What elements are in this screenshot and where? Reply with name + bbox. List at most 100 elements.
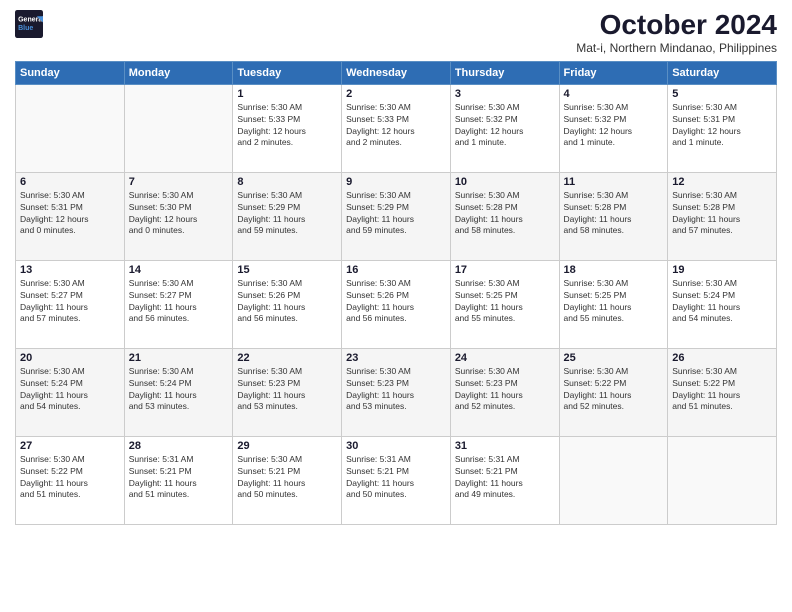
table-row: 29Sunrise: 5:30 AMSunset: 5:21 PMDayligh… (233, 436, 342, 524)
table-row: 7 Sunrise: 5:30 AMSunset: 5:30 PMDaylight… (124, 172, 233, 260)
day-number: 5 (672, 88, 772, 100)
day-number: 24 (455, 352, 555, 364)
table-row: 1Sunrise: 5:30 AMSunset: 5:33 PMDaylight… (233, 84, 342, 172)
title-block: October 2024 Mat-i, Northern Mindanao, P… (576, 10, 777, 55)
day-info: Sunrise: 5:30 AMSunset: 5:24 PMDaylight:… (129, 366, 229, 414)
day-info: Sunrise: 5:30 AMSunset: 5:30 PMDaylight:… (129, 190, 229, 238)
day-info: Sunrise: 5:30 AMSunset: 5:28 PMDaylight:… (672, 190, 772, 238)
table-row: 25Sunrise: 5:30 AMSunset: 5:22 PMDayligh… (559, 348, 668, 436)
header-row: Sunday Monday Tuesday Wednesday Thursday… (16, 61, 777, 84)
col-tuesday: Tuesday (233, 61, 342, 84)
table-row: 22Sunrise: 5:30 AMSunset: 5:23 PMDayligh… (233, 348, 342, 436)
table-row: 21 Sunrise: 5:30 AMSunset: 5:24 PMDayligh… (124, 348, 233, 436)
day-number: 22 (237, 352, 337, 364)
day-number: 10 (455, 176, 555, 188)
table-row: 30 Sunrise: 5:31 AMSunset: 5:21 PMDayligh… (342, 436, 451, 524)
day-info: Sunrise: 5:30 AMSunset: 5:31 PMDaylight:… (672, 102, 772, 150)
calendar-week-3: 13Sunrise: 5:30 AMSunset: 5:27 PMDayligh… (16, 260, 777, 348)
calendar-page: General Blue October 2024 Mat-i, Norther… (0, 0, 792, 612)
day-info: Sunrise: 5:30 AMSunset: 5:25 PMDaylight:… (455, 278, 555, 326)
table-row: 26Sunrise: 5:30 AMSunset: 5:22 PMDayligh… (668, 348, 777, 436)
col-friday: Friday (559, 61, 668, 84)
calendar-week-4: 20 Sunrise: 5:30 AMSunset: 5:24 PMDayligh… (16, 348, 777, 436)
table-row: 20 Sunrise: 5:30 AMSunset: 5:24 PMDayligh… (16, 348, 125, 436)
day-number: 21 (129, 352, 229, 364)
table-row: 23 Sunrise: 5:30 AMSunset: 5:23 PMDayligh… (342, 348, 451, 436)
day-info: Sunrise: 5:30 AMSunset: 5:28 PMDaylight:… (455, 190, 555, 238)
day-number: 3 (455, 88, 555, 100)
day-info: Sunrise: 5:31 AMSunset: 5:21 PMDaylight:… (129, 454, 229, 502)
table-row: 16 Sunrise: 5:30 AMSunset: 5:26 PMDayligh… (342, 260, 451, 348)
svg-text:Blue: Blue (18, 25, 33, 32)
day-info: Sunrise: 5:30 AMSunset: 5:29 PMDaylight:… (237, 190, 337, 238)
day-number: 16 (346, 264, 446, 276)
day-number: 29 (237, 440, 337, 452)
day-number: 17 (455, 264, 555, 276)
day-number: 4 (564, 88, 664, 100)
day-number: 20 (20, 352, 120, 364)
day-info: Sunrise: 5:30 AMSunset: 5:23 PMDaylight:… (346, 366, 446, 414)
table-row: 19 Sunrise: 5:30 AMSunset: 5:24 PMDayligh… (668, 260, 777, 348)
col-sunday: Sunday (16, 61, 125, 84)
day-number: 11 (564, 176, 664, 188)
day-number: 8 (237, 176, 337, 188)
table-row: 8 Sunrise: 5:30 AMSunset: 5:29 PMDaylight… (233, 172, 342, 260)
location-subtitle: Mat-i, Northern Mindanao, Philippines (576, 41, 777, 55)
day-number: 30 (346, 440, 446, 452)
table-row: 27Sunrise: 5:30 AMSunset: 5:22 PMDayligh… (16, 436, 125, 524)
calendar-week-1: 1Sunrise: 5:30 AMSunset: 5:33 PMDaylight… (16, 84, 777, 172)
day-info: Sunrise: 5:30 AMSunset: 5:32 PMDaylight:… (455, 102, 555, 150)
table-row: 13Sunrise: 5:30 AMSunset: 5:27 PMDayligh… (16, 260, 125, 348)
table-row: 5 Sunrise: 5:30 AMSunset: 5:31 PMDaylight… (668, 84, 777, 172)
day-info: Sunrise: 5:30 AMSunset: 5:22 PMDaylight:… (672, 366, 772, 414)
day-number: 28 (129, 440, 229, 452)
table-row: 24 Sunrise: 5:30 AMSunset: 5:23 PMDayligh… (450, 348, 559, 436)
month-title: October 2024 (576, 10, 777, 41)
day-number: 14 (129, 264, 229, 276)
day-number: 23 (346, 352, 446, 364)
day-info: Sunrise: 5:30 AMSunset: 5:27 PMDaylight:… (20, 278, 120, 326)
table-row: 28 Sunrise: 5:31 AMSunset: 5:21 PMDayligh… (124, 436, 233, 524)
day-number: 7 (129, 176, 229, 188)
col-wednesday: Wednesday (342, 61, 451, 84)
day-number: 18 (564, 264, 664, 276)
day-info: Sunrise: 5:30 AMSunset: 5:31 PMDaylight:… (20, 190, 120, 238)
table-row: 9Sunrise: 5:30 AMSunset: 5:29 PMDaylight… (342, 172, 451, 260)
table-row: 15 Sunrise: 5:30 AMSunset: 5:26 PMDayligh… (233, 260, 342, 348)
table-row: 18Sunrise: 5:30 AMSunset: 5:25 PMDayligh… (559, 260, 668, 348)
day-info: Sunrise: 5:30 AMSunset: 5:32 PMDaylight:… (564, 102, 664, 150)
table-row (559, 436, 668, 524)
table-row: 6 Sunrise: 5:30 AMSunset: 5:31 PMDaylight… (16, 172, 125, 260)
table-row (16, 84, 125, 172)
day-info: Sunrise: 5:30 AMSunset: 5:27 PMDaylight:… (129, 278, 229, 326)
calendar-table: Sunday Monday Tuesday Wednesday Thursday… (15, 61, 777, 525)
logo-icon: General Blue (15, 10, 43, 38)
col-thursday: Thursday (450, 61, 559, 84)
day-number: 6 (20, 176, 120, 188)
day-info: Sunrise: 5:30 AMSunset: 5:24 PMDaylight:… (672, 278, 772, 326)
calendar-week-2: 6 Sunrise: 5:30 AMSunset: 5:31 PMDaylight… (16, 172, 777, 260)
day-number: 25 (564, 352, 664, 364)
table-row: 31Sunrise: 5:31 AMSunset: 5:21 PMDayligh… (450, 436, 559, 524)
calendar-week-5: 27Sunrise: 5:30 AMSunset: 5:22 PMDayligh… (16, 436, 777, 524)
table-row: 12 Sunrise: 5:30 AMSunset: 5:28 PMDayligh… (668, 172, 777, 260)
table-row: 14 Sunrise: 5:30 AMSunset: 5:27 PMDayligh… (124, 260, 233, 348)
day-number: 2 (346, 88, 446, 100)
col-monday: Monday (124, 61, 233, 84)
day-info: Sunrise: 5:30 AMSunset: 5:33 PMDaylight:… (237, 102, 337, 150)
day-info: Sunrise: 5:30 AMSunset: 5:26 PMDaylight:… (237, 278, 337, 326)
day-number: 9 (346, 176, 446, 188)
day-info: Sunrise: 5:30 AMSunset: 5:22 PMDaylight:… (20, 454, 120, 502)
day-info: Sunrise: 5:30 AMSunset: 5:23 PMDaylight:… (455, 366, 555, 414)
day-info: Sunrise: 5:30 AMSunset: 5:26 PMDaylight:… (346, 278, 446, 326)
day-number: 19 (672, 264, 772, 276)
day-info: Sunrise: 5:31 AMSunset: 5:21 PMDaylight:… (455, 454, 555, 502)
table-row: 3 Sunrise: 5:30 AMSunset: 5:32 PMDaylight… (450, 84, 559, 172)
day-number: 15 (237, 264, 337, 276)
day-info: Sunrise: 5:30 AMSunset: 5:24 PMDaylight:… (20, 366, 120, 414)
day-info: Sunrise: 5:30 AMSunset: 5:33 PMDaylight:… (346, 102, 446, 150)
day-info: Sunrise: 5:31 AMSunset: 5:21 PMDaylight:… (346, 454, 446, 502)
header: General Blue October 2024 Mat-i, Norther… (15, 10, 777, 55)
day-number: 12 (672, 176, 772, 188)
day-info: Sunrise: 5:30 AMSunset: 5:28 PMDaylight:… (564, 190, 664, 238)
